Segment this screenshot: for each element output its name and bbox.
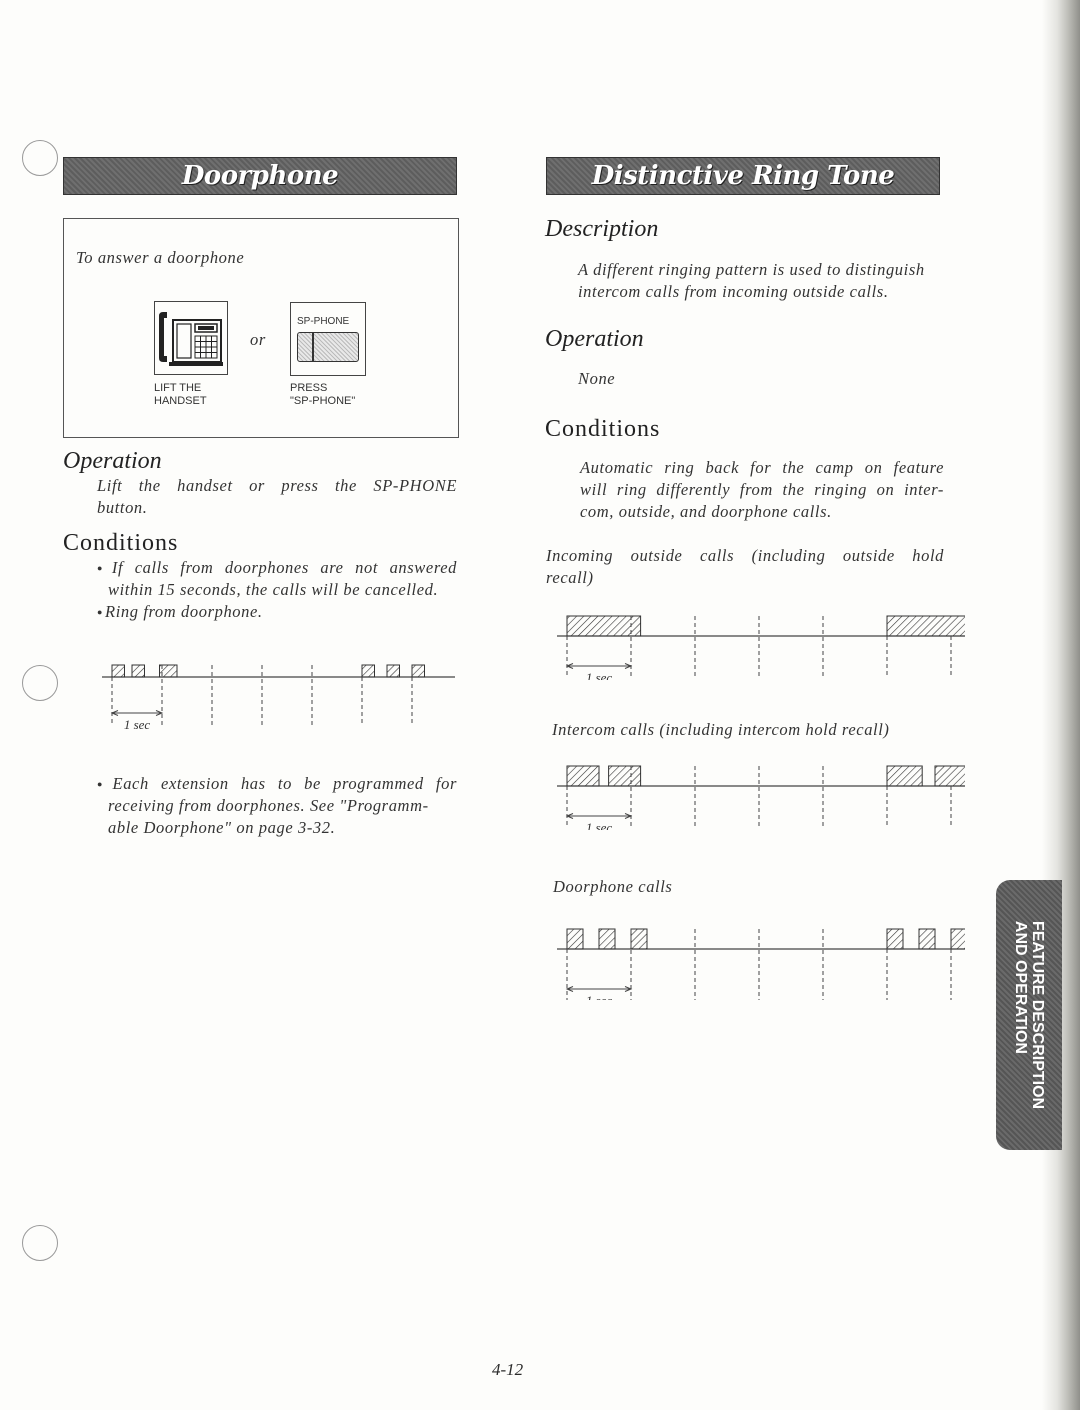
step2-caption: PRESS "SP-PHONE" [290,382,355,408]
one-second-label: 1 sec [586,670,613,680]
sp-phone-button-icon: SP-PHONE [290,302,366,376]
sp-phone-key [297,332,359,362]
ring-burst [131,664,145,678]
ring-burst [630,928,648,950]
ring-burst [886,765,923,787]
ring-burst [950,928,965,950]
diagram-title: Incoming outside calls (including outsid… [546,546,944,565]
conditions-heading: Conditions [63,530,179,556]
page-edge-shadow [1042,0,1080,1410]
doorphone-title: Doorphone [181,161,339,191]
condition-line: within 15 seconds, the calls will be can… [108,580,439,599]
condition-bullet: Each extension has to be programmed for [97,773,457,797]
description-heading: Description [545,216,659,242]
ring-burst [886,928,904,950]
operation-line: button. [97,498,148,517]
one-second-label: 1 sec [124,717,151,732]
condition-line: will ring differently from the ringing o… [580,480,944,499]
condition-line: Automatic ring back for the camp on feat… [580,458,944,477]
ring-burst [934,765,965,787]
punch-hole [22,665,58,701]
condition-line: com, outside, and doorphone calls. [580,502,832,521]
caption-line: PRESS [290,382,328,394]
ring-burst [886,615,965,637]
ring-burst [566,615,642,637]
ring-burst [111,664,125,678]
doorphone-call-timing-diagram: 1 sec [557,928,965,1000]
punch-hole [22,1225,58,1261]
ring-burst [566,765,600,787]
caption-line: HANDSET [154,395,207,407]
ring-burst [918,928,936,950]
operation-line: Lift the handset or press the SP-PHONE [97,476,457,495]
answer-doorphone-box: To answer a doorphone or SP-PHONE LIFT T… [63,218,459,438]
condition-bullet: If calls from doorphones are not answere… [97,557,457,581]
doorphone-ring-timing-diagram: 1 sec [102,664,455,732]
doorphone-banner: Doorphone [63,157,457,195]
ring-burst [411,664,425,678]
description-line: intercom calls from incoming outside cal… [578,282,889,301]
caption-line: "SP-PHONE" [290,395,356,407]
diagram-title: Doorphone calls [553,877,673,896]
ring-burst [608,765,642,787]
sp-phone-label: SP-PHONE [297,316,350,327]
punch-hole [22,140,58,176]
condition-bullet: Ring from doorphone. [97,601,263,625]
ring-burst [386,664,400,678]
intercom-call-timing-diagram: 1 sec [557,765,965,830]
caption-line: LIFT THE [154,382,202,394]
one-second-label: 1 sec [586,993,613,1000]
operation-text: None [578,369,616,388]
ring-burst [566,928,584,950]
description-line: A different ringing pattern is used to d… [578,260,925,279]
ring-burst [598,928,616,950]
conditions-heading: Conditions [545,416,661,442]
operation-heading: Operation [63,448,162,474]
box-title: To answer a doorphone [76,248,245,267]
distinctive-ring-title: Distinctive Ring Tone [591,161,895,191]
condition-line: able Doorphone" on page 3-32. [108,818,336,837]
side-tab-line: AND OPERATION [1012,920,1029,1054]
one-second-label: 1 sec [586,820,613,830]
diagram-title: Intercom calls (including intercom hold … [552,720,890,739]
side-tab-line: FEATURE DESCRIPTION [1029,920,1046,1110]
section-side-tab[interactable]: FEATURE DESCRIPTION AND OPERATION [996,880,1062,1150]
operation-heading: Operation [545,326,644,352]
outside-call-timing-diagram: 1 sec [557,615,965,680]
telephone-handset-icon [154,301,228,375]
page-number: 4-12 [492,1360,524,1379]
or-label: or [250,330,266,349]
diagram-title: recall) [546,568,594,587]
ring-burst [361,664,375,678]
condition-line: receiving from doorphones. See "Programm… [108,796,429,815]
distinctive-ring-banner: Distinctive Ring Tone [546,157,940,195]
step1-caption: LIFT THE HANDSET [154,382,207,408]
side-tab-label: FEATURE DESCRIPTION AND OPERATION [1012,921,1046,1109]
